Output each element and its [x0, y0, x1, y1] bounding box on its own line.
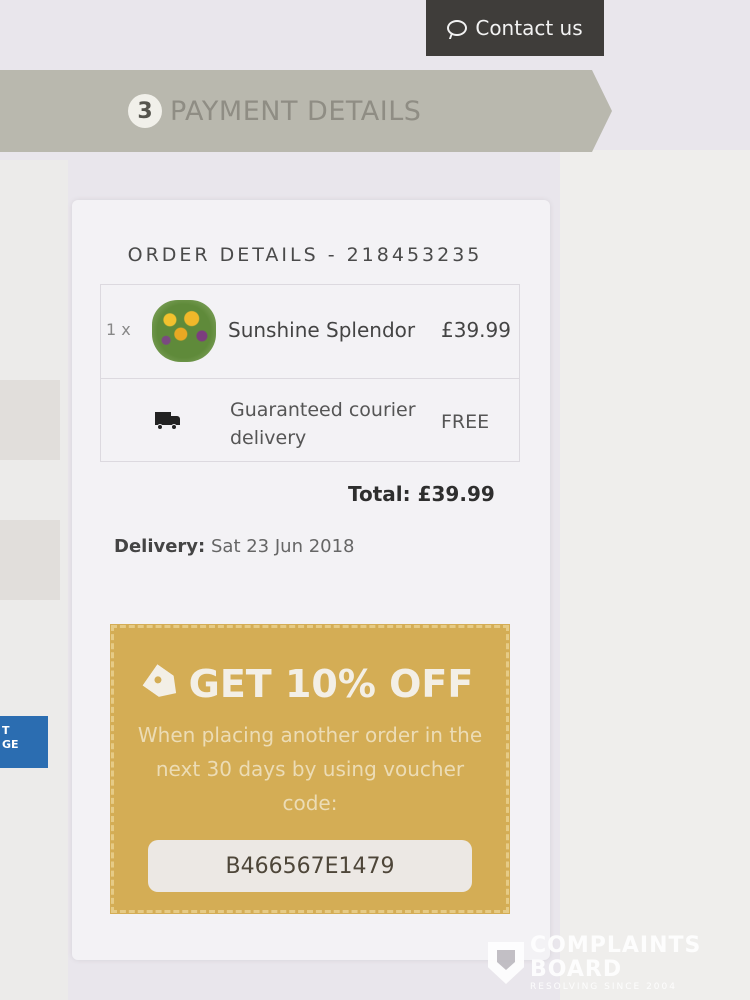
contact-us-label: Contact us	[475, 16, 583, 40]
row-divider	[100, 378, 520, 379]
product-image[interactable]	[152, 300, 216, 362]
watermark-brand-line-2: BOARD	[530, 957, 623, 982]
voucher-description: When placing another order in the next 3…	[137, 723, 483, 815]
order-total: Total: £39.99	[348, 482, 495, 506]
truck-icon	[155, 412, 181, 430]
right-background-panel	[560, 150, 750, 1000]
product-price: £39.99	[441, 318, 511, 342]
left-panel-stripe	[0, 520, 60, 600]
delivery-date-value: Sat 23 Jun 2018	[210, 536, 355, 557]
payment-step-banner: 3 PAYMENT DETAILS	[0, 70, 612, 152]
delivery-price: FREE	[441, 411, 490, 433]
voucher-headline: GET 10% OFF	[0, 662, 620, 706]
left-background-panel	[0, 160, 68, 1000]
contact-us-button[interactable]: Contact us	[426, 0, 604, 56]
step-number-badge: 3	[128, 94, 162, 128]
side-badge-line-2: GE	[2, 738, 19, 751]
delivery-date-line: Delivery: Sat 23 Jun 2018	[114, 536, 355, 557]
watermark-tagline: RESOLVING SINCE 2004	[530, 982, 677, 992]
voucher-headline-text: GET 10% OFF	[188, 662, 474, 706]
delivery-date-label: Delivery:	[114, 536, 206, 557]
watermark-brand-line-1: COMPLAINTS	[530, 933, 702, 958]
shield-logo-icon	[488, 942, 524, 984]
step-title: PAYMENT DETAILS	[170, 95, 422, 127]
order-details-heading: ORDER DETAILS - 218453235	[127, 244, 483, 266]
side-badge-line-1: T	[2, 724, 10, 737]
left-panel-stripe	[0, 380, 60, 460]
delivery-method-name: Guaranteed courier delivery	[230, 399, 416, 449]
complaintsboard-watermark: COMPLAINTS BOARD RESOLVING SINCE 2004	[488, 934, 701, 992]
item-quantity: 1 x	[106, 320, 131, 339]
product-name[interactable]: Sunshine Splendor	[228, 318, 415, 342]
chat-bubble-icon	[447, 20, 468, 36]
voucher-code-field[interactable]: B466567E1479	[148, 840, 472, 892]
side-cta-badge[interactable]: T GE	[0, 716, 48, 768]
price-tag-icon	[142, 664, 183, 704]
